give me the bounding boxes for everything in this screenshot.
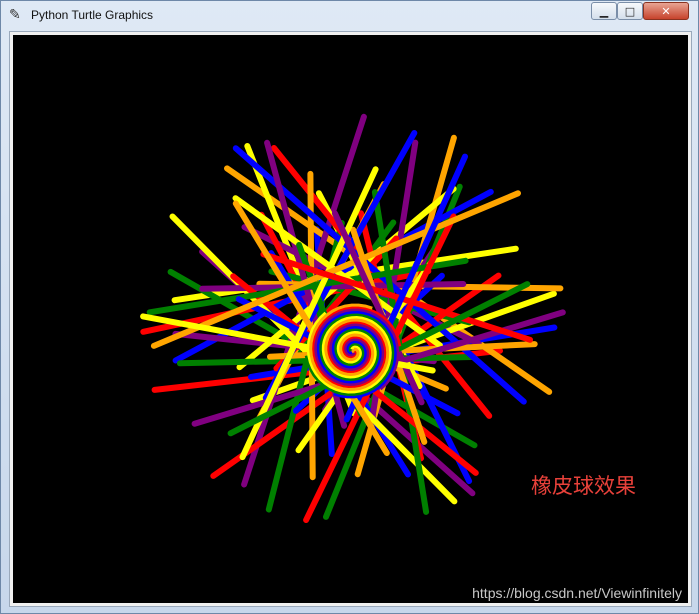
window-title: Python Turtle Graphics	[31, 8, 154, 22]
close-button[interactable]: ✕	[643, 2, 689, 20]
window-client-area: 橡皮球效果 https://blog.csdn.net/Viewinfinite…	[9, 31, 692, 607]
turtle-window: ✎ Python Turtle Graphics ▁ □ ✕ 橡皮球效果 htt…	[0, 0, 699, 614]
minimize-icon: ▁	[599, 4, 609, 18]
turtle-drawing	[140, 113, 566, 523]
effect-caption: 橡皮球效果	[531, 474, 636, 498]
watermark-text: https://blog.csdn.net/Viewinfinitely	[472, 585, 682, 601]
maximize-icon: □	[624, 4, 636, 18]
turtle-canvas[interactable]: 橡皮球效果 https://blog.csdn.net/Viewinfinite…	[13, 35, 688, 603]
title-bar[interactable]: ✎ Python Turtle Graphics ▁ □ ✕	[1, 1, 698, 29]
minimize-button[interactable]: ▁	[591, 2, 617, 20]
close-icon: ✕	[661, 4, 671, 18]
maximize-button[interactable]: □	[617, 2, 643, 20]
feather-icon: ✎	[9, 7, 21, 23]
